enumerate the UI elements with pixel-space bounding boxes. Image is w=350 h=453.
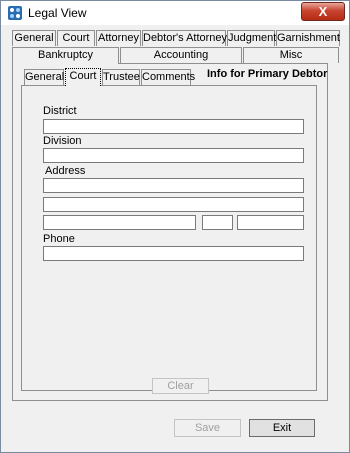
tab-general[interactable]: General: [12, 30, 56, 46]
exit-button[interactable]: Exit: [249, 419, 315, 437]
division-label: Division: [43, 135, 82, 147]
district-label: District: [43, 105, 77, 117]
city-field[interactable]: [43, 215, 196, 230]
district-field[interactable]: [43, 119, 304, 134]
window-title: Legal View: [28, 6, 87, 20]
close-icon: X: [318, 4, 328, 19]
tab-judgment[interactable]: Judgment: [227, 30, 276, 46]
subtab-trustee[interactable]: Trustee: [102, 69, 140, 85]
phone-label: Phone: [43, 233, 75, 245]
address-label: Address: [45, 165, 86, 177]
tab-bankruptcy[interactable]: Bankruptcy: [12, 47, 119, 64]
title-bar: Legal View X: [1, 1, 349, 25]
clear-button[interactable]: Clear: [152, 378, 209, 394]
section-title: Info for Primary Debtor: [207, 68, 328, 80]
zip-field[interactable]: [237, 215, 304, 230]
division-field[interactable]: [43, 148, 304, 163]
legal-view-window: Legal View X General Court Attorney Debt…: [0, 0, 350, 453]
tab-attorney[interactable]: Attorney: [96, 30, 141, 46]
address-line2-field[interactable]: [43, 197, 304, 212]
tab-court[interactable]: Court: [57, 30, 95, 46]
app-icon: [7, 5, 23, 21]
address-line1-field[interactable]: [43, 178, 304, 193]
save-button[interactable]: Save: [174, 419, 241, 437]
subtab-comments[interactable]: Comments: [141, 69, 195, 85]
tab-misc[interactable]: Misc: [243, 47, 339, 63]
state-field[interactable]: [202, 215, 233, 230]
subtab-court[interactable]: Court: [65, 68, 101, 86]
tab-garnishment[interactable]: Garnishment: [276, 30, 340, 46]
tab-debtors-attorney[interactable]: Debtor's Attorney: [142, 30, 227, 46]
tab-accounting[interactable]: Accounting: [120, 47, 242, 63]
subtab-general[interactable]: General: [24, 69, 64, 85]
phone-field[interactable]: [43, 246, 304, 261]
close-button[interactable]: X: [301, 2, 345, 21]
